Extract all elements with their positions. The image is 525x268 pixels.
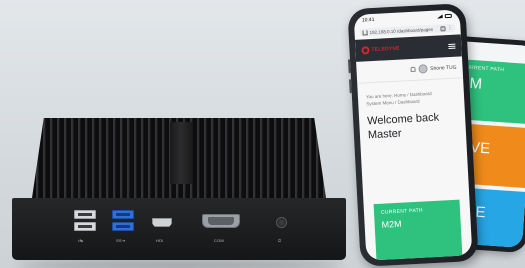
com-port xyxy=(202,214,240,228)
card-value: M2M xyxy=(381,218,402,230)
tabs-icon[interactable]: 1 xyxy=(440,25,446,31)
phone-front-screen: 10:41 192.168.0.10 /dashboard/pages 1 ⋮ … xyxy=(353,9,473,261)
phone-front: 10:41 192.168.0.10 /dashboard/pages 1 ⋮ … xyxy=(347,3,479,267)
card-label: CURRENT PATH xyxy=(380,207,424,216)
card-value: 2M xyxy=(460,74,483,93)
status-icons xyxy=(437,13,452,19)
card-label: CURRENT PATH xyxy=(462,64,505,74)
mini-pc: •↹ SS⇥ HDI COM ⏻ xyxy=(10,118,348,268)
usb3-port xyxy=(112,222,134,231)
url-text[interactable]: 192.168.0.10 /dashboard/pages xyxy=(369,26,438,34)
hamburger-menu-icon[interactable] xyxy=(448,43,456,49)
avatar[interactable] xyxy=(418,64,428,74)
logo[interactable]: TELEDYNE xyxy=(361,45,400,55)
usb-port xyxy=(74,222,96,231)
usb3-ports xyxy=(112,210,134,234)
signal-icon xyxy=(437,14,443,18)
com-label: COM xyxy=(214,238,224,243)
bell-icon[interactable] xyxy=(410,66,416,73)
pc-front-panel: •↹ SS⇥ HDI COM ⏻ xyxy=(12,198,346,260)
power-icon: ⏻ xyxy=(278,238,282,243)
battery-icon xyxy=(444,13,452,19)
current-path-card[interactable]: CURRENT PATH M2M xyxy=(373,199,463,261)
usb3-label: SS⇥ xyxy=(116,238,126,243)
pc-heatsink-bar xyxy=(170,122,192,184)
usb-label: •↹ xyxy=(78,238,84,243)
logo-icon xyxy=(361,46,370,55)
usb3-port xyxy=(112,210,134,219)
power-button xyxy=(276,217,287,228)
pc-shadow xyxy=(16,260,342,268)
home-icon[interactable] xyxy=(362,29,368,35)
welcome-heading: Welcome back Master xyxy=(366,111,440,142)
product-photo: •↹ SS⇥ HDI COM ⏻ CURRENT PATH 2M ... TIV… xyxy=(0,0,525,268)
user-name[interactable]: Shone TUG xyxy=(430,64,457,71)
usb2-ports xyxy=(74,210,96,234)
status-time: 10:41 xyxy=(361,16,375,24)
hdmi-label: HDI xyxy=(156,238,164,243)
hdmi-port xyxy=(152,218,172,227)
volume-button xyxy=(347,59,351,74)
logo-text: TELEDYNE xyxy=(371,45,400,54)
usb-port xyxy=(74,210,96,219)
volume-button xyxy=(348,79,352,94)
more-menu-icon[interactable]: ⋮ xyxy=(447,25,452,31)
